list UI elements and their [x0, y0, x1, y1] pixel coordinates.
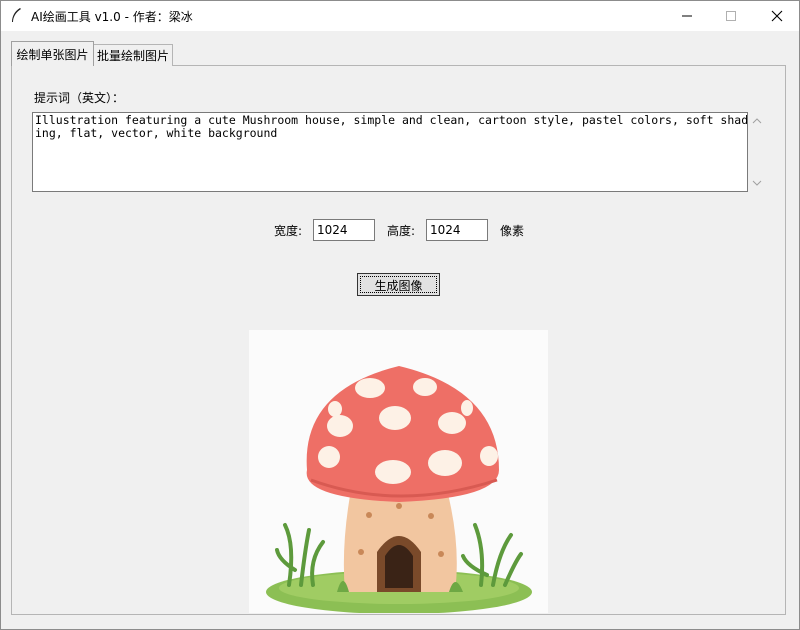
title-bar: AI绘画工具 v1.0 - 作者：梁冰 [0, 0, 800, 31]
generated-image [249, 330, 548, 613]
close-icon [771, 10, 783, 21]
prompt-scrollbar[interactable] [748, 112, 766, 192]
generate-image-button[interactable]: 生成图像 [357, 273, 440, 296]
scroll-down-button[interactable] [748, 174, 766, 192]
pixel-unit-label: 像素 [500, 224, 525, 238]
close-button[interactable] [754, 0, 800, 31]
maximize-button[interactable] [708, 0, 754, 31]
chevron-down-icon [752, 180, 762, 186]
prompt-text: Illustration featuring a cute Mushroom h… [35, 113, 748, 140]
tab-batch-images[interactable]: 批量绘制图片 [93, 44, 173, 66]
scroll-up-button[interactable] [748, 112, 766, 130]
feather-icon [12, 8, 21, 22]
height-label: 高度: [387, 224, 416, 238]
mushroom-house-illustration [266, 366, 532, 613]
width-input[interactable] [313, 219, 375, 241]
height-input[interactable] [426, 219, 488, 241]
prompt-textarea[interactable]: Illustration featuring a cute Mushroom h… [32, 112, 748, 192]
maximize-icon [726, 10, 736, 21]
minimize-button[interactable] [664, 0, 710, 31]
chevron-up-icon [752, 118, 762, 124]
prompt-label: 提示词（英文）： [34, 91, 125, 105]
tab-single-image[interactable]: 绘制单张图片 [11, 41, 94, 66]
window-title: AI绘画工具 v1.0 - 作者：梁冰 [31, 10, 193, 24]
minimize-icon [682, 15, 692, 16]
width-label: 宽度: [274, 224, 303, 238]
